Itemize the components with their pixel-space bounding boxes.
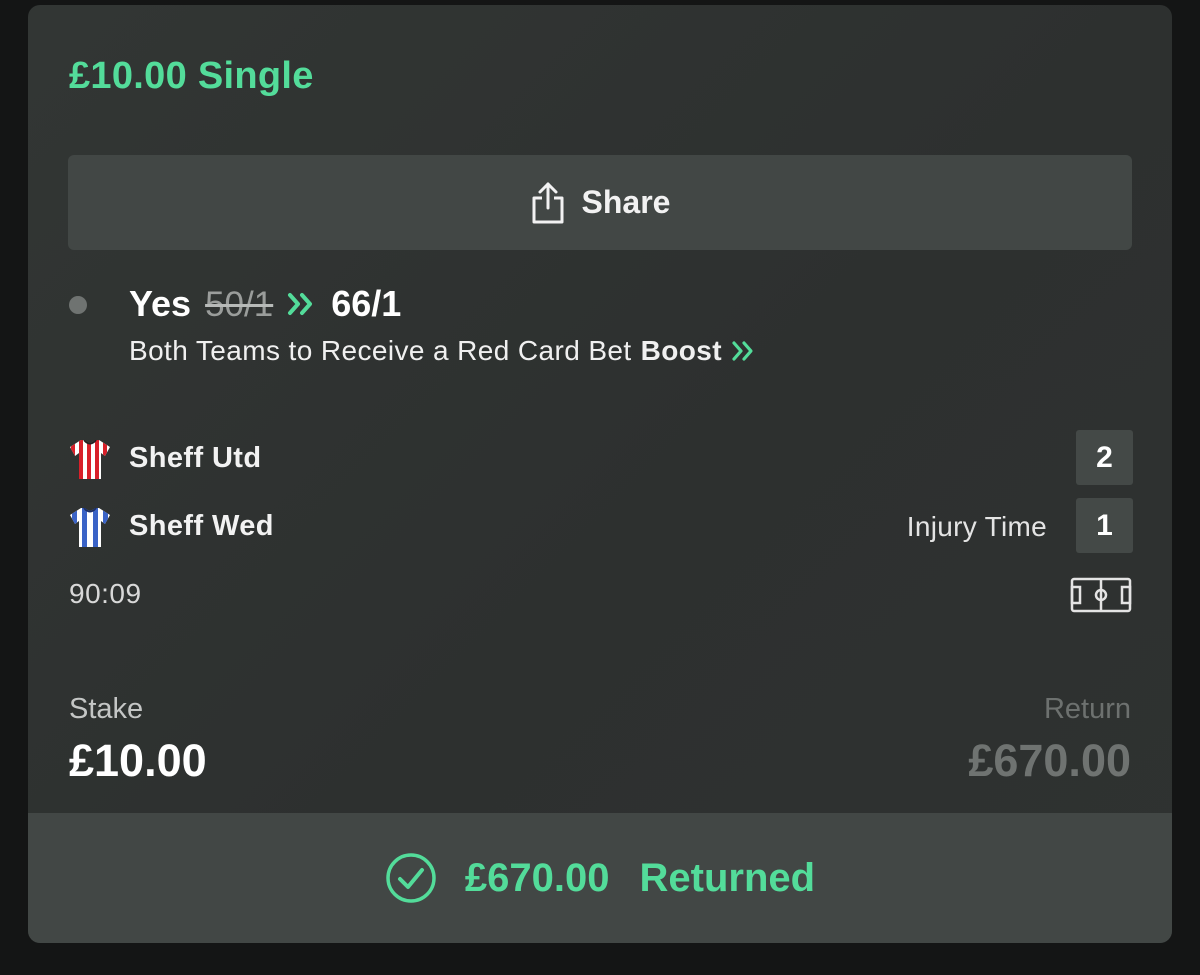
returned-amount: £670.00 <box>464 855 610 900</box>
share-label: Share <box>581 184 671 220</box>
stake-value: £10.00 <box>69 735 207 786</box>
match-period: Injury Time <box>906 511 1047 542</box>
check-circle-icon <box>386 853 436 903</box>
home-team-name: Sheff Utd <box>129 442 262 474</box>
boosted-odds: 66/1 <box>331 283 402 324</box>
selection-line: Yes 50/1 66/1 <box>129 283 401 325</box>
share-button[interactable]: Share <box>68 155 1132 250</box>
double-chevron-right-icon <box>288 293 313 315</box>
home-team-row: Sheff Utd 2 <box>69 430 1133 486</box>
match-clock: 90:09 <box>69 578 142 609</box>
market-line: Both Teams to Receive a Red Card Bet Boo… <box>129 335 756 367</box>
selection-status-dot <box>69 296 87 314</box>
bet-card: £10.00 Single Share Yes 50/1 66/1 Both T… <box>28 5 1172 943</box>
bet-title: £10.00 Single <box>69 55 314 97</box>
striped-shirt-icon <box>70 440 110 479</box>
away-score: 1 <box>1076 498 1133 553</box>
away-team-row: Sheff Wed Injury Time 1 <box>69 498 1133 554</box>
market-name: Both Teams to Receive a Red Card Bet <box>129 335 632 366</box>
returned-status: Returned <box>639 855 816 900</box>
share-icon <box>532 182 564 223</box>
home-score: 2 <box>1076 430 1133 485</box>
return-value: £670.00 <box>968 735 1131 786</box>
boost-label: Boost <box>640 335 722 366</box>
striped-shirt-icon <box>70 508 110 547</box>
old-odds: 50/1 <box>205 285 274 324</box>
away-team-name: Sheff Wed <box>129 510 274 542</box>
result-banner: £670.00 Returned <box>28 813 1172 943</box>
selection-name: Yes <box>129 283 192 324</box>
double-chevron-right-icon <box>732 341 753 361</box>
football-pitch-icon[interactable] <box>1070 577 1132 613</box>
return-label: Return <box>1043 693 1131 725</box>
stake-label: Stake <box>69 693 144 725</box>
